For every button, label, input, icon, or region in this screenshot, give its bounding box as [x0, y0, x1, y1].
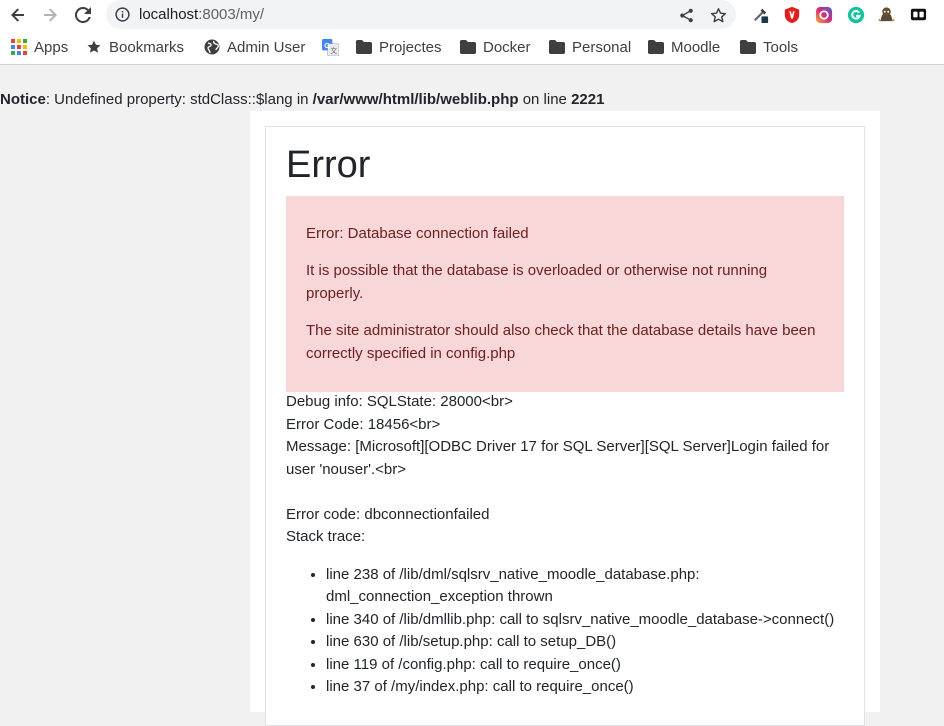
alert-message: Error: Database connection failed — [306, 225, 529, 242]
google-translate-icon: G文 — [322, 38, 339, 56]
bookmark-moodle[interactable]: Moodle — [648, 38, 720, 56]
alert-message: The site administrator should also check… — [306, 322, 816, 362]
bookmark-label: Personal — [572, 38, 632, 56]
bookmark-projectes[interactable]: Projectes — [356, 38, 442, 56]
shield-extension-icon[interactable] — [782, 5, 801, 24]
bookmark-google-translate[interactable]: G文 — [322, 38, 339, 56]
back-arrow-icon[interactable] — [6, 3, 30, 27]
bookmark-label: Bookmarks — [109, 38, 185, 56]
folder-icon — [356, 40, 372, 54]
browser-toolbar: localhost:8003/my/ — [0, 0, 944, 30]
debug-line: Stack trace: — [286, 528, 366, 545]
url-text: localhost:8003/my/ — [139, 6, 265, 23]
folder-icon — [549, 40, 565, 54]
bookmark-label: Apps — [34, 38, 69, 56]
camera-extension-icon[interactable] — [814, 5, 833, 24]
reload-icon[interactable] — [71, 3, 95, 27]
bookmark-admin-user[interactable]: Admin User — [204, 38, 305, 56]
globe-icon — [204, 39, 220, 55]
svg-text:文: 文 — [331, 46, 338, 55]
stack-trace-item: line 340 of /lib/dmllib.php: call to sql… — [326, 609, 846, 631]
debug-line: Error code: dbconnectionfailed — [286, 506, 490, 523]
bookmark-bookmarks[interactable]: Bookmarks — [86, 38, 184, 56]
star-icon — [87, 40, 101, 53]
notice-text: : Undefined property: stdClass::$lang in — [45, 91, 313, 108]
php-notice: Notice: Undefined property: stdClass::$l… — [0, 91, 604, 109]
stack-trace-item: line 630 of /lib/setup.php: call to setu… — [326, 631, 846, 653]
bookmark-docker[interactable]: Docker — [460, 38, 531, 56]
site-info-icon[interactable] — [115, 7, 130, 22]
eyedropper-extension-icon[interactable] — [751, 5, 770, 24]
bookmark-star-icon[interactable] — [709, 6, 727, 24]
notice-line-number: 2221 — [571, 91, 605, 108]
grammarly-extension-icon[interactable] — [846, 5, 865, 24]
bookmark-label: Moodle — [671, 38, 721, 56]
notice-label: Notice — [0, 91, 46, 108]
stack-trace-item: line 238 of /lib/dml/sqlsrv_native_moodl… — [326, 564, 846, 609]
bookmark-label: Tools — [763, 38, 799, 56]
stack-trace-item: line 119 of /config.php: call to require… — [326, 654, 846, 676]
bookmark-label: Docker — [483, 38, 531, 56]
bookmark-label: Admin User — [227, 38, 306, 56]
folder-icon — [740, 40, 756, 54]
debug-line: Message: [Microsoft][ODBC Driver 17 for … — [286, 438, 830, 478]
notice-on-line: on line — [518, 91, 572, 108]
toggle-extension-icon[interactable] — [909, 5, 928, 24]
page-title: Error — [286, 144, 371, 186]
stack-trace-list: line 238 of /lib/dml/sqlsrv_native_moodl… — [286, 564, 846, 698]
bookmark-apps[interactable]: Apps — [11, 38, 68, 56]
debug-line: Debug info: SQLState: 28000<br> — [286, 393, 513, 410]
folder-icon — [648, 40, 664, 54]
stack-trace-item: line 37 of /my/index.php: call to requir… — [326, 676, 846, 698]
bookmarks-bar: Apps Bookmarks Admin User G文 Projectes D… — [0, 30, 944, 65]
bookmark-personal[interactable]: Personal — [549, 38, 631, 56]
forward-arrow-icon[interactable] — [38, 3, 62, 27]
bookmark-label: Projectes — [379, 38, 442, 56]
share-icon[interactable] — [677, 6, 695, 24]
folder-icon — [460, 40, 476, 54]
debug-line: Error Code: 18456<br> — [286, 416, 441, 433]
octocat-extension-icon[interactable] — [877, 5, 896, 24]
svg-text:G: G — [324, 40, 330, 49]
bookmark-tools[interactable]: Tools — [740, 38, 798, 56]
address-bar[interactable]: localhost:8003/my/ — [106, 0, 736, 29]
error-alert: Error: Database connection failed It is … — [286, 196, 844, 392]
apps-grid-icon — [11, 39, 27, 55]
notice-file: /var/www/html/lib/weblib.php — [312, 91, 519, 108]
alert-message: It is possible that the database is over… — [306, 262, 768, 302]
